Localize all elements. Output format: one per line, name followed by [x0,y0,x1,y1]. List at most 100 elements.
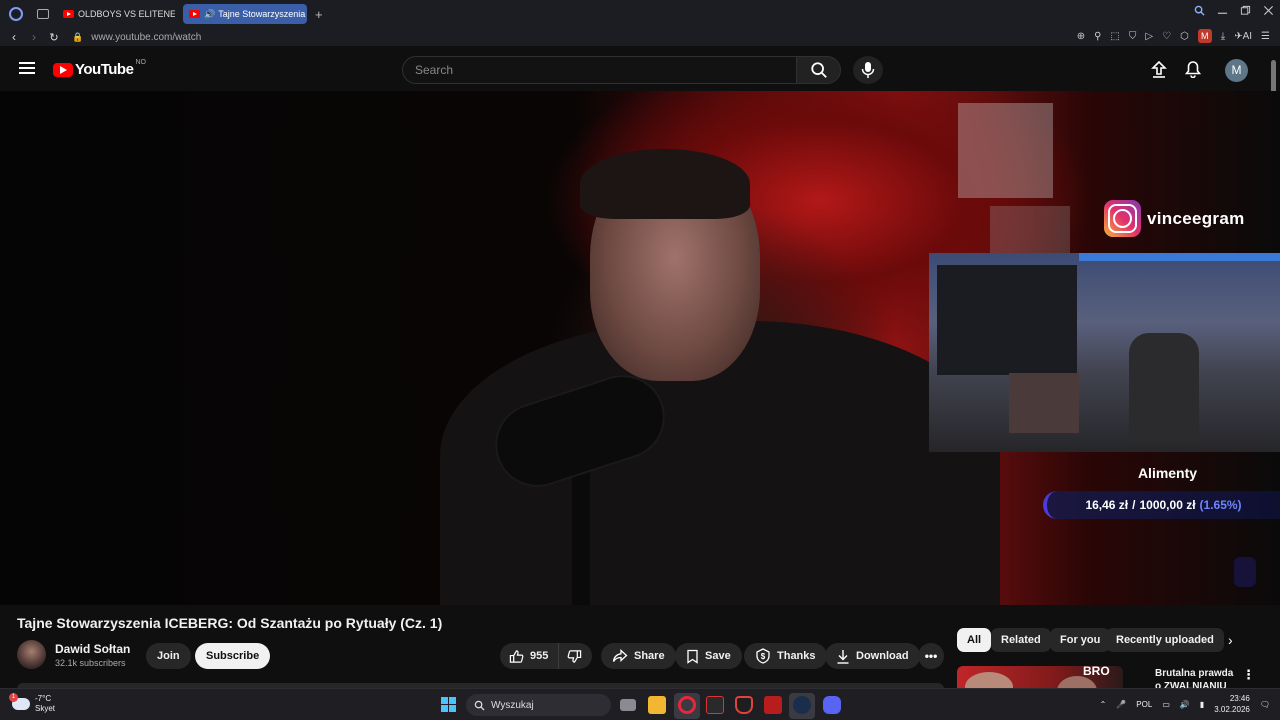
ai-button[interactable]: ✈AI [1234,31,1252,42]
kebab-menu-icon[interactable]: ⋮ [1242,667,1255,683]
donation-goal-bar: 16,46 zł / 1000,00 zł (1.65%) [1043,491,1280,519]
back-icon[interactable]: ‹ [8,30,20,44]
battery-icon[interactable]: ▮ [1200,700,1204,709]
account-avatar[interactable]: M [1225,59,1248,82]
notifications-icon[interactable]: 🗨 [1260,700,1270,709]
audio-playing-icon[interactable]: 🔊 [204,9,215,20]
share-label: Share [634,650,665,662]
chevron-right-icon[interactable]: › [1228,632,1233,648]
chip-for-you[interactable]: For you [1050,628,1111,652]
opera-menu-icon[interactable] [9,7,23,21]
task-view-icon[interactable] [620,699,636,711]
tray-chevron-icon[interactable]: ⌃ [1100,700,1107,709]
voice-changer-icon[interactable] [764,696,782,714]
goal-percent: (1.65%) [1199,498,1242,512]
chip-recently-uploaded[interactable]: Recently uploaded [1106,628,1224,652]
save-button[interactable]: Save [675,643,742,669]
thumbs-up-icon [509,649,524,663]
url-field[interactable]: www.youtube.com/watch [91,32,201,43]
browser-tab-oldboys[interactable]: OLDBOYS VS ELITENERGY [57,4,175,24]
extensions-icon[interactable]: ⬡ [1180,31,1189,42]
easy-setup-icon[interactable]: ☰ [1261,31,1270,42]
windows-start-icon[interactable] [441,697,456,712]
gaming-chair [1129,333,1199,443]
media-app-icon[interactable] [706,696,724,714]
reload-icon[interactable]: ↻ [48,31,60,44]
profile-badge[interactable]: M [1197,29,1212,43]
new-tab-button[interactable]: + [315,7,323,22]
country-code: NO [135,59,146,66]
thumbs-down-icon [567,649,582,663]
minimize-icon[interactable] [1217,5,1228,16]
download-button[interactable]: Download [825,643,920,669]
donation-goal-title: Alimenty [1137,465,1198,481]
search-button[interactable] [796,56,841,84]
network-icon[interactable]: ▭ [1162,700,1170,709]
discord-icon[interactable] [823,696,841,714]
dislike-button[interactable] [559,643,593,669]
tab-overview-icon[interactable] [37,9,49,19]
goal-target: 1000,00 zł [1139,498,1196,512]
tab-label: OLDBOYS VS ELITENERGY [78,9,175,19]
voice-search-button[interactable] [853,56,883,84]
subscriber-count: 32.1k subscribers [55,658,126,668]
menu-icon[interactable] [19,62,35,74]
snapshot-icon[interactable]: ⬚ [1110,31,1119,42]
subscribe-button[interactable]: Subscribe [195,643,271,669]
video-player[interactable]: vinceegram Alimenty 16,46 zł / 1000,00 z… [0,91,1280,605]
heart-icon[interactable]: ♡ [1162,31,1171,42]
download-icon[interactable]: ⤓ [1221,31,1225,42]
channel-watermark[interactable] [1234,557,1256,587]
more-actions-button[interactable]: ••• [918,643,944,669]
opera-gx-icon[interactable] [678,696,696,714]
thumbnail-text: BRO [1083,664,1110,678]
search-tabs-icon[interactable] [1194,5,1205,16]
search-box [402,56,797,84]
forward-icon[interactable]: › [28,30,40,44]
play-icon[interactable]: ▷ [1145,31,1153,42]
language-indicator[interactable]: POL [1136,700,1152,709]
like-count: 955 [530,650,549,662]
instagram-handle: vinceegram [1147,208,1245,228]
super-thanks-icon: $ [756,648,770,664]
window-controls [1194,5,1274,16]
like-button[interactable]: 955 [500,643,560,669]
clock-time: 23:46 [1229,694,1250,703]
notifications-bell-icon[interactable] [1185,60,1201,78]
instagram-icon [1104,200,1141,237]
youtube-favicon-icon [189,10,200,18]
youtube-logo[interactable]: YouTube NO [53,59,146,78]
join-button[interactable]: Join [146,643,191,669]
weather-widget[interactable]: 1 -7°C Skyet [9,693,55,714]
security-app-icon[interactable] [735,696,753,714]
chip-all[interactable]: All [957,628,992,652]
browser-tab-strip: OLDBOYS VS ELITENERGY 🔊 Tajne Stowarzysz… [0,0,1280,28]
video-title: Tajne Stowarzyszenia ICEBERG: Od Szantaż… [17,615,443,631]
close-icon[interactable] [1263,5,1274,16]
steam-icon[interactable] [793,696,811,714]
volume-icon[interactable]: 🔊 [1180,700,1190,709]
youtube-favicon-icon [63,10,74,18]
file-explorer-icon[interactable] [648,696,666,714]
wall-poster [958,103,1053,198]
channel-name[interactable]: Dawid Sołtan [55,642,130,656]
pin-icon[interactable]: ⚲ [1094,31,1101,42]
chip-related[interactable]: Related [991,628,1051,652]
search-icon [810,62,827,78]
zoom-icon[interactable]: ⊕ [1077,31,1085,42]
thanks-button[interactable]: $ Thanks [744,643,827,669]
share-button[interactable]: Share [601,643,676,669]
lock-icon[interactable]: 🔒 [72,32,83,43]
taskbar-search[interactable]: Wyszukaj [466,694,611,716]
clock[interactable]: 23:46 3.02.2026 [1214,693,1250,715]
upload-icon[interactable] [1151,60,1167,78]
browser-tab-tajne[interactable]: 🔊 Tajne Stowarzyszenia I [183,4,307,24]
restore-icon[interactable] [1240,5,1251,16]
recommendation-thumbnail[interactable]: BRO [957,664,1123,706]
search-icon [474,700,485,711]
ad-block-icon[interactable]: ⛉ [1129,31,1137,42]
search-input[interactable] [415,63,796,77]
download-icon [837,649,849,664]
tray-mic-icon[interactable]: 🎤 [1116,700,1126,709]
channel-avatar[interactable] [17,640,46,669]
